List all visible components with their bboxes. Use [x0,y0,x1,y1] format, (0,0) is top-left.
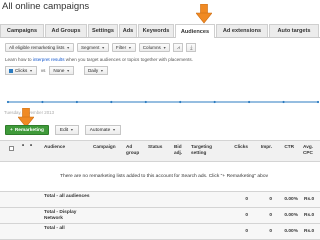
data-point [41,100,44,104]
download-icon: ⤓ [190,44,193,51]
add-remarketing-button[interactable]: + Remarketing [5,125,49,135]
status-dot-column-icon: • [30,143,33,149]
chevron-down-icon: ▼ [128,45,132,50]
filter-dropdown[interactable]: Filter ▼ [111,43,136,52]
totals-impr: 0 [269,197,272,202]
empty-state-message: There are no remarketing lists added to … [60,174,269,179]
period-dropdown[interactable]: Daily ▼ [83,66,108,75]
data-point [6,100,10,104]
column-header-ad-group[interactable]: Ad group [126,144,142,155]
column-header-ctr[interactable]: CTR [276,144,294,150]
primary-metric-label: Clicks [15,68,28,73]
tab-campaigns[interactable]: Campaigns [0,24,44,37]
data-point [213,100,216,104]
column-header-avg-cpc[interactable]: Avg. CPC [303,144,320,155]
chevron-down-icon: ▼ [162,45,167,50]
totals-label: Total - all [44,226,65,231]
series-color-swatch [9,68,13,73]
select-all-checkbox[interactable] [9,146,14,151]
data-point [75,100,78,104]
column-header-bid-adj[interactable]: Bid adj. [174,144,188,155]
chart-toggle-button[interactable]: ⩘ [173,43,184,52]
edit-dropdown[interactable]: Edit ▼ [54,125,79,135]
help-text-prefix: Learn how to [5,57,33,62]
table-header: • • Audience Campaign Ad group Status Bi… [0,140,320,162]
line-chart-icon: ⩘ [176,44,180,51]
totals-clicks: 0 [245,197,248,202]
remarketing-scope-dropdown[interactable]: All eligible remarketing lists ▼ [5,43,74,52]
action-toolbar: + Remarketing Edit ▼ Automate ▼ [5,125,121,135]
period-label: Daily [87,68,99,73]
data-point [316,100,320,104]
help-text-suffix: when you target audiences or topics toge… [64,57,193,62]
totals-row: Total - all audiences 0 0 0.00% Rs.0 [0,192,320,208]
data-point [110,100,113,104]
column-header-status[interactable]: Status [148,144,168,150]
page-title: All online campaigns [2,1,90,12]
automate-label: Automate [89,127,111,133]
chevron-down-icon: ▼ [70,128,74,132]
totals-ctr: 0.00% [284,197,298,202]
column-header-clicks[interactable]: Clicks [226,144,248,150]
tab-auto-targets[interactable]: Auto targets [269,24,319,37]
tab-settings[interactable]: Settings [88,24,118,37]
tab-keywords[interactable]: Keywords [138,24,174,37]
data-point [179,100,182,104]
totals-label: Total - all audiences [44,194,90,199]
data-point [282,100,285,104]
totals-avg-cpc: Rs.0 [304,197,315,202]
tab-audiences[interactable]: Audiences [175,24,215,38]
totals-row: Total - all 0 0 0.00% Rs.0 [0,224,320,240]
filter-label: Filter [115,45,127,50]
pointer-arrow-icon [196,4,212,24]
tab-ad-groups[interactable]: Ad Groups [45,24,87,37]
download-button[interactable]: ⤓ [186,43,197,52]
vs-label: vs [40,68,46,73]
chevron-down-icon: ▼ [101,45,105,50]
totals-ctr: 0.00% [284,229,298,234]
chevron-down-icon: ▼ [112,128,116,132]
column-header-audience[interactable]: Audience [44,144,84,150]
tab-ad-extensions[interactable]: Ad extensions [216,24,268,37]
totals-label: Total - Display Network [44,210,77,221]
chevron-down-icon: ▼ [66,45,70,50]
totals-ctr: 0.00% [284,213,298,218]
totals-clicks: 0 [245,229,248,234]
segment-label: Segment [80,45,100,50]
primary-metric-dropdown[interactable]: Clicks ▼ [5,66,37,75]
chevron-down-icon: ▼ [66,68,70,73]
totals-impr: 0 [269,213,272,218]
remarketing-scope-label: All eligible remarketing lists [9,45,65,50]
status-dot-column-icon: • [22,143,25,149]
totals-row: Total - Display Network 0 0 0.00% Rs.0 [0,208,320,224]
column-header-impr[interactable]: Impr. [252,144,272,150]
help-text: Learn how to interpret results when you … [5,57,193,62]
metric-bar: Clicks ▼ vs None ▼ Daily ▼ [5,66,108,75]
chevron-down-icon: ▼ [100,68,104,73]
empty-state-row: There are no remarketing lists added to … [0,162,320,192]
interpret-results-link[interactable]: interpret results [33,57,65,62]
data-point [248,100,251,104]
data-point [144,100,147,104]
edit-label: Edit [59,127,69,133]
secondary-metric-dropdown[interactable]: None ▼ [49,66,74,75]
automate-dropdown[interactable]: Automate ▼ [84,125,121,135]
segment-dropdown[interactable]: Segment ▼ [76,43,109,52]
column-header-campaign[interactable]: Campaign [93,144,123,150]
columns-label: Columns [142,45,161,50]
totals-clicks: 0 [245,213,248,218]
column-header-targeting-setting[interactable]: Targeting setting [191,144,221,155]
chevron-down-icon: ▼ [29,68,33,73]
columns-dropdown[interactable]: Columns ▼ [138,43,171,52]
tab-bar: Campaigns Ad Groups Settings Ads Keyword… [0,24,320,38]
totals-avg-cpc: Rs.0 [304,229,315,234]
audiences-table: • • Audience Campaign Ad group Status Bi… [0,140,320,240]
filter-bar: All eligible remarketing lists ▼ Segment… [0,42,320,53]
totals-impr: 0 [269,229,272,234]
tab-ads[interactable]: Ads [119,24,137,37]
totals-avg-cpc: Rs.0 [304,213,315,218]
secondary-metric-label: None [53,68,65,73]
plus-icon: + [10,127,13,133]
add-remarketing-label: Remarketing [14,127,44,133]
